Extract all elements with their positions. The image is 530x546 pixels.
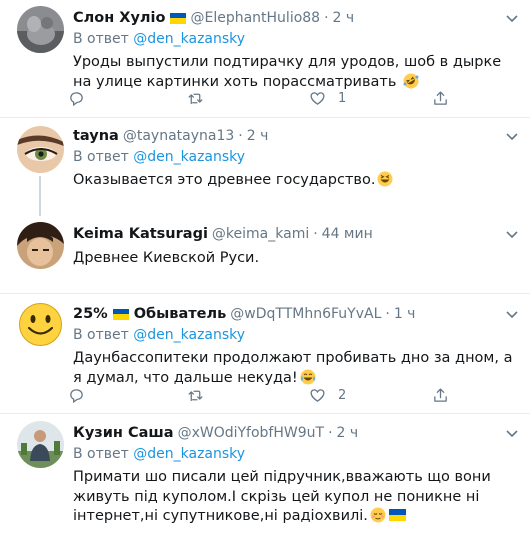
author-name[interactable]: tayna [73, 126, 119, 146]
reply-context: В ответ @den_kazansky [73, 148, 522, 167]
author-handle[interactable]: @xWOdiYfobfHW9uT [178, 423, 325, 443]
reply-icon [70, 91, 83, 106]
retweet-button[interactable] [187, 89, 204, 107]
author-handle[interactable]: @keima_kami [212, 224, 309, 244]
grinning-squint-emoji-icon [377, 171, 393, 187]
reply-prefix: В ответ [73, 31, 129, 47]
tweet-5[interactable]: Кузин Саша @xWOdiYfobfHW9uT · 2 ч В отве… [0, 414, 530, 546]
timestamp[interactable]: 44 мин [322, 224, 373, 244]
reply-mention-link[interactable]: @den_kazansky [133, 149, 245, 165]
retweet-button[interactable] [187, 386, 204, 404]
author-handle[interactable]: @taynatayna13 [123, 126, 234, 146]
reply-prefix: В ответ [73, 149, 129, 165]
separator: · [324, 10, 329, 26]
chevron-down-icon[interactable] [504, 10, 520, 26]
heart-icon [310, 388, 325, 402]
author-name[interactable]: Keima Katsuragi [73, 224, 208, 244]
reply-context: В ответ @den_kazansky [73, 30, 522, 49]
author-handle[interactable]: @ElephantHulio88 [190, 8, 320, 28]
tears-of-joy-emoji-icon [300, 369, 316, 384]
ukraine-flag-icon [170, 12, 187, 24]
share-icon [434, 90, 447, 105]
reply-context: В ответ @den_kazansky [73, 445, 522, 464]
avatar[interactable] [17, 301, 64, 348]
avatar[interactable] [17, 421, 64, 468]
separator: · [328, 425, 333, 441]
tweet-3[interactable]: Keima Katsuragi @keima_kami · 44 мин Дре… [0, 216, 530, 288]
reply-button[interactable] [68, 89, 85, 107]
tweet-text: Даунбассопитеки продолжают пробивать дно… [73, 350, 513, 386]
tweet-4[interactable]: 25% Обыватель @wDqTTMhn6FuYvAL · 1 ч В о… [0, 294, 530, 406]
timestamp[interactable]: 2 ч [333, 8, 355, 28]
thread-connector [39, 176, 41, 216]
chevron-down-icon[interactable] [504, 425, 520, 441]
heart-icon [310, 91, 325, 105]
reply-prefix: В ответ [73, 327, 129, 343]
like-button[interactable]: 2 [309, 386, 346, 404]
author-name-prefix[interactable]: 25% [73, 304, 108, 324]
reply-icon [70, 388, 83, 403]
avatar[interactable] [17, 126, 64, 173]
author-name[interactable]: Кузин Саша [73, 423, 174, 443]
timestamp[interactable]: 2 ч [247, 126, 269, 146]
like-count: 1 [338, 90, 347, 106]
like-button[interactable]: 1 [309, 89, 346, 107]
retweet-icon [188, 93, 203, 104]
avatar[interactable] [17, 6, 64, 53]
like-count: 2 [338, 387, 347, 403]
timestamp[interactable]: 2 ч [337, 423, 359, 443]
reply-prefix: В ответ [73, 446, 129, 462]
separator: · [313, 226, 318, 242]
rolling-laughing-emoji-icon [403, 73, 419, 88]
retweet-icon [188, 390, 203, 401]
reply-context: В ответ @den_kazansky [73, 326, 522, 345]
avatar[interactable] [17, 222, 64, 269]
tweet-text: Древнее Киевской Руси. [73, 250, 260, 266]
relieved-emoji-icon [370, 507, 386, 523]
share-button[interactable] [432, 89, 449, 107]
separator: · [385, 306, 390, 322]
reply-mention-link[interactable]: @den_kazansky [133, 446, 245, 462]
ukraine-flag-icon [388, 509, 406, 521]
author-name[interactable]: Слон Хуліо [73, 8, 165, 28]
separator: · [238, 128, 243, 144]
chevron-down-icon[interactable] [504, 226, 520, 242]
tweet-text: Оказывается это древнее государство. [73, 171, 522, 191]
timestamp[interactable]: 1 ч [394, 304, 416, 324]
tweet-2[interactable]: tayna @taynatayna13 · 2 ч В ответ @den_k… [0, 118, 530, 216]
tweet-text: Уроды выпустили подтирачку для уродов, ш… [73, 54, 502, 90]
ukraine-flag-icon [112, 308, 129, 320]
chevron-down-icon[interactable] [504, 128, 520, 144]
tweet-1[interactable]: Слон Хуліо @ElephantHulio88 · 2 ч В отве… [0, 0, 530, 111]
share-button[interactable] [432, 386, 449, 404]
chevron-down-icon[interactable] [504, 306, 520, 322]
author-handle[interactable]: @wDqTTMhn6FuYvAL [230, 304, 381, 324]
reply-button[interactable] [68, 386, 85, 404]
author-name[interactable]: Обыватель [134, 304, 227, 324]
share-icon [434, 387, 447, 402]
tweet-text: Примати шо писали цей підручник,вважають… [73, 469, 491, 524]
reply-mention-link[interactable]: @den_kazansky [133, 327, 245, 343]
reply-mention-link[interactable]: @den_kazansky [133, 31, 245, 47]
